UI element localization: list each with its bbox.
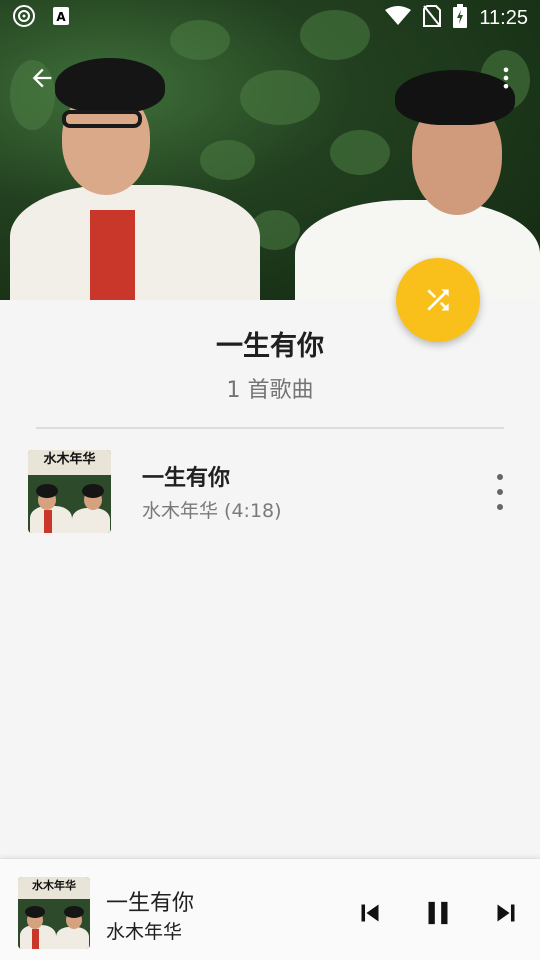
font-notification-icon: A xyxy=(52,6,70,30)
pause-icon xyxy=(428,901,448,925)
wifi-icon xyxy=(385,6,412,30)
shuffle-icon xyxy=(427,289,449,311)
mini-album-art-title: 水木年华 xyxy=(18,877,90,899)
back-arrow-icon xyxy=(32,68,52,88)
skip-previous-icon xyxy=(361,904,379,922)
pause-button[interactable] xyxy=(418,893,458,933)
song-artist-duration: 水木年华 (4:18) xyxy=(142,500,282,522)
divider xyxy=(36,427,504,429)
back-button[interactable] xyxy=(18,54,66,102)
more-vert-icon xyxy=(503,67,509,89)
song-title: 一生有你 xyxy=(142,466,231,491)
status-bar: A 11:25 xyxy=(0,0,540,36)
mini-player-title: 一生有你 xyxy=(106,891,195,916)
next-button[interactable] xyxy=(486,893,526,933)
no-sim-icon xyxy=(423,5,442,31)
playlist-song-count: 1 首歌曲 xyxy=(226,378,314,403)
status-time: 11:25 xyxy=(479,6,528,29)
skip-next-icon xyxy=(497,904,515,922)
mini-player-artist: 水木年华 xyxy=(106,921,183,943)
song-album-art: 水木年华 xyxy=(28,450,111,533)
playlist-title: 一生有你 xyxy=(216,331,324,362)
battery-icon xyxy=(453,4,468,32)
app-notification-icon xyxy=(12,4,36,32)
song-list-item[interactable]: 水木年华 一生有你 水木年华 (4:18) xyxy=(0,440,540,544)
more-options-button[interactable] xyxy=(482,54,530,102)
mini-player-album-art: 水木年华 xyxy=(18,877,90,949)
previous-button[interactable] xyxy=(350,893,390,933)
song-more-button[interactable] xyxy=(490,474,510,510)
album-header-image xyxy=(0,0,540,300)
svg-text:A: A xyxy=(56,10,66,24)
album-art-title: 水木年华 xyxy=(28,450,111,475)
mini-player[interactable]: 水木年华 一生有你 水木年华 xyxy=(0,858,540,960)
